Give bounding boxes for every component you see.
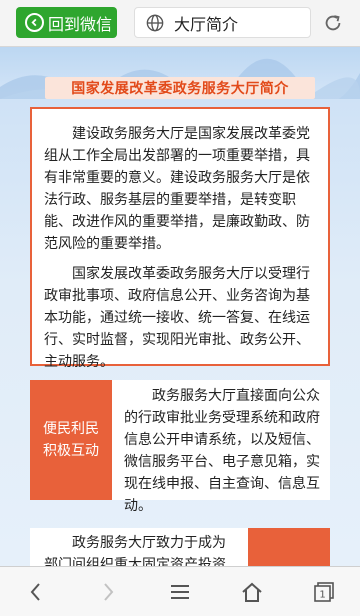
intro-paragraph-2: 国家发展改革委政务服务大厅以受理行政审批事项、政府信息公开、业务咨询为基本功能，… — [44, 266, 310, 370]
chevron-right-icon[interactable] — [88, 572, 128, 612]
menu-icon[interactable] — [160, 572, 200, 612]
feature-tag-line-1: 便民利民 — [43, 421, 99, 437]
browser-top-bar: 回到微信 大厅简介 — [0, 0, 360, 47]
back-to-wechat-label: 回到微信 — [48, 14, 113, 34]
page-title: 大厅简介 — [174, 14, 239, 34]
tabs-icon[interactable]: 1 — [304, 572, 344, 612]
feature-description: 政务服务大厅致力于成为部门间组织重大固定资产投资项目 — [44, 535, 226, 566]
refresh-icon[interactable] — [322, 12, 344, 34]
address-bar[interactable]: 大厅简介 — [134, 7, 311, 38]
feature-tag — [248, 528, 330, 566]
back-to-wechat-button[interactable]: 回到微信 — [16, 7, 117, 38]
back-arrow-circle-icon — [25, 13, 44, 32]
feature-tag-line-2: 积极互动 — [43, 443, 99, 459]
feature-tag: 便民利民 积极互动 — [30, 380, 112, 500]
feature-card-convenience: 便民利民 积极互动 政务服务大厅直接面向公众的行政审批业务受理系统和政府信息公开… — [30, 380, 330, 514]
tabs-count: 1 — [319, 589, 325, 600]
chevron-left-icon[interactable] — [16, 572, 56, 612]
home-icon[interactable] — [232, 572, 272, 612]
feature-description: 政务服务大厅直接面向公众的行政审批业务受理系统和政府信息公开申请系统，以及短信、… — [124, 388, 320, 514]
intro-paragraph-1: 建设政务服务大厅是国家发展改革委党组从工作全局出发部署的一项重要举措，具有非常重… — [44, 126, 310, 252]
feature-card-coordination: 政务服务大厅致力于成为部门间组织重大固定资产投资项目 — [30, 528, 330, 566]
browser-bottom-bar: 1 — [0, 566, 360, 616]
section-title: 国家发展改革委政务服务大厅简介 — [45, 77, 315, 99]
intro-card: 建设政务服务大厅是国家发展改革委党组从工作全局出发部署的一项重要举措，具有非常重… — [30, 107, 330, 370]
globe-icon — [146, 14, 164, 32]
